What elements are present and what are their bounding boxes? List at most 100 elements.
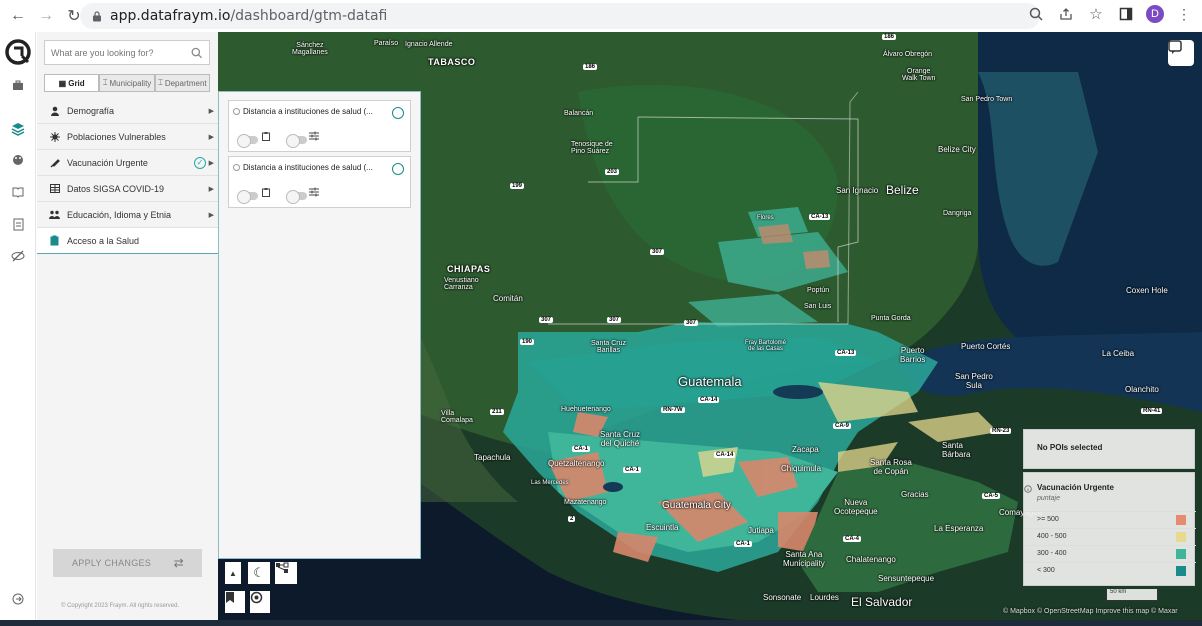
url-path: /dashboard/gtm-datafi <box>230 8 388 24</box>
menu-item-sigsa[interactable]: Datos SIGSA COVID-19 ▶ <box>37 176 218 202</box>
chevron-right-icon: ▶ <box>208 211 214 219</box>
search-input[interactable] <box>51 47 186 58</box>
forward-icon[interactable]: → <box>32 2 60 30</box>
place-label: San Luis <box>804 303 832 310</box>
bookmark-button[interactable] <box>225 591 245 613</box>
map-attribution[interactable]: © Mapbox © OpenStreetMap Improve this ma… <box>1003 608 1178 615</box>
briefcase-icon[interactable] <box>8 76 28 96</box>
north-arrow-button[interactable]: ▲ <box>225 562 241 584</box>
search-box[interactable] <box>44 40 210 65</box>
road-shield: CA-14 <box>698 397 720 403</box>
locate-button[interactable] <box>250 591 270 613</box>
layer-toggle[interactable] <box>237 190 258 204</box>
place-label: Fray Bartolomé de las Casas <box>745 340 787 352</box>
menu-item-label: Datos SIGSA COVID-19 <box>67 183 165 194</box>
zoom-icon[interactable] <box>1026 4 1046 24</box>
side-panel-icon[interactable] <box>1116 4 1136 24</box>
logout-icon[interactable] <box>8 589 28 609</box>
share-icon[interactable] <box>1056 4 1076 24</box>
apply-label: APPLY CHANGES <box>72 558 152 568</box>
address-bar[interactable]: app.datafraym.io/dashboard/gtm-datafi <box>80 3 1040 29</box>
place-label: La Ceiba <box>1102 349 1135 358</box>
place-label: San Pedro Town <box>961 96 1013 103</box>
place-label: Coxen Hole <box>1126 286 1168 295</box>
place-label: Gracias <box>901 490 929 499</box>
menu-item-educacion[interactable]: Educación, Idioma y Etnia ▶ <box>37 202 218 228</box>
lock-icon <box>93 10 101 21</box>
region-label: TABASCO <box>428 57 476 67</box>
place-label: Tenosique de Pino Suárez <box>571 141 613 155</box>
hierarchy-icon: ⌶ <box>102 78 108 87</box>
menu-item-label: Vacunación Urgente <box>67 157 148 168</box>
network-button[interactable] <box>275 562 297 584</box>
apply-changes-button[interactable]: APPLY CHANGES ⇄ <box>53 549 202 577</box>
chat-button[interactable] <box>1168 40 1194 66</box>
geography-tabs: ▦ Grid ⌶ Municipality ⌶ Department <box>44 74 210 92</box>
chevron-right-icon: ▶ <box>208 107 214 115</box>
palette-icon[interactable] <box>8 150 28 170</box>
menu-item-demografia[interactable]: Demografía ▶ <box>37 98 218 124</box>
road-shield: CA-5 <box>982 493 1001 499</box>
profile-avatar[interactable]: D <box>1146 5 1164 23</box>
layer-toggle[interactable] <box>286 190 307 204</box>
layer-toggle[interactable] <box>286 134 307 148</box>
road-shield: CA-1 <box>623 467 642 473</box>
back-icon[interactable]: ← <box>4 2 32 30</box>
fraym-logo-icon[interactable] <box>4 38 32 66</box>
layer-radio[interactable] <box>392 107 404 119</box>
dark-mode-button[interactable]: ☾ <box>248 562 270 584</box>
road-shield: 203 <box>605 169 620 175</box>
menu-item-label: Educación, Idioma y Etnia <box>67 209 172 220</box>
place-label: Poptún <box>807 287 830 294</box>
tab-grid[interactable]: ▦ Grid <box>44 74 100 92</box>
road-shield: RN-23 <box>990 428 1012 434</box>
menu-item-acceso-salud[interactable]: Acceso a la Salud <box>37 228 218 254</box>
road-shield: 199 <box>510 183 525 189</box>
layer-card[interactable]: Distancia a instituciones de salud (... <box>228 156 411 208</box>
menu-item-poblaciones[interactable]: Poblaciones Vulnerables ▶ <box>37 124 218 150</box>
place-label: Huehuetenango <box>561 406 611 413</box>
virus-icon <box>49 131 60 142</box>
more-menu-icon[interactable]: ⋮ <box>1174 4 1194 24</box>
sliders-icon[interactable] <box>309 131 319 141</box>
menu-item-label: Demografía <box>67 105 115 116</box>
sliders-icon[interactable] <box>309 187 319 197</box>
os-taskbar <box>0 620 1202 626</box>
search-icon[interactable] <box>191 47 203 59</box>
info-icon[interactable] <box>1024 485 1032 493</box>
place-label: Ignacio Allende <box>405 41 453 48</box>
place-label: Álvaro Obregón <box>883 51 933 58</box>
place-label: Balancán <box>564 110 594 117</box>
place-label: Chalatenango <box>846 555 896 564</box>
book-icon[interactable] <box>8 182 28 202</box>
menu-item-label: Acceso a la Salud <box>67 235 140 246</box>
tab-municipality[interactable]: ⌶ Municipality <box>99 74 155 92</box>
bookmark-star-icon[interactable]: ☆ <box>1086 4 1106 24</box>
place-label: Santa Ana Municipality <box>783 550 825 568</box>
clipboard-icon[interactable] <box>261 187 271 197</box>
legend-item-label: 400 - 500 <box>1037 533 1067 540</box>
place-label: Olanchito <box>1125 385 1159 394</box>
country-label: El Salvador <box>851 595 913 609</box>
layers-icon[interactable] <box>8 119 28 139</box>
legend-subtitle: puntaje <box>1037 495 1060 502</box>
clipboard-icon[interactable] <box>261 131 271 141</box>
road-shield: 307 <box>684 320 699 326</box>
info-icon[interactable] <box>233 164 240 171</box>
place-label: Belize City <box>938 145 976 154</box>
layer-radio[interactable] <box>392 163 404 175</box>
sidebar: ▦Grid ⌶Municipality ⌶Department Demograf… <box>37 32 218 626</box>
place-label: Santa Bárbara <box>942 441 971 459</box>
menu-item-vacunacion[interactable]: Vacunación Urgente ✓ ▶ <box>37 150 218 176</box>
hide-icon[interactable] <box>8 246 28 266</box>
country-label: Belize <box>886 183 919 197</box>
place-label: Guatemala City <box>662 500 731 511</box>
place-label: Orange Walk Town <box>902 68 936 82</box>
layer-toggle[interactable] <box>237 134 258 148</box>
info-icon[interactable] <box>233 108 240 115</box>
hierarchy-icon: ⌶ <box>158 78 163 87</box>
chat-icon <box>1168 40 1182 54</box>
tab-department[interactable]: ⌶ Department <box>154 74 210 92</box>
layer-card[interactable]: Distancia a instituciones de salud (... <box>228 100 411 152</box>
document-icon[interactable] <box>8 214 28 234</box>
